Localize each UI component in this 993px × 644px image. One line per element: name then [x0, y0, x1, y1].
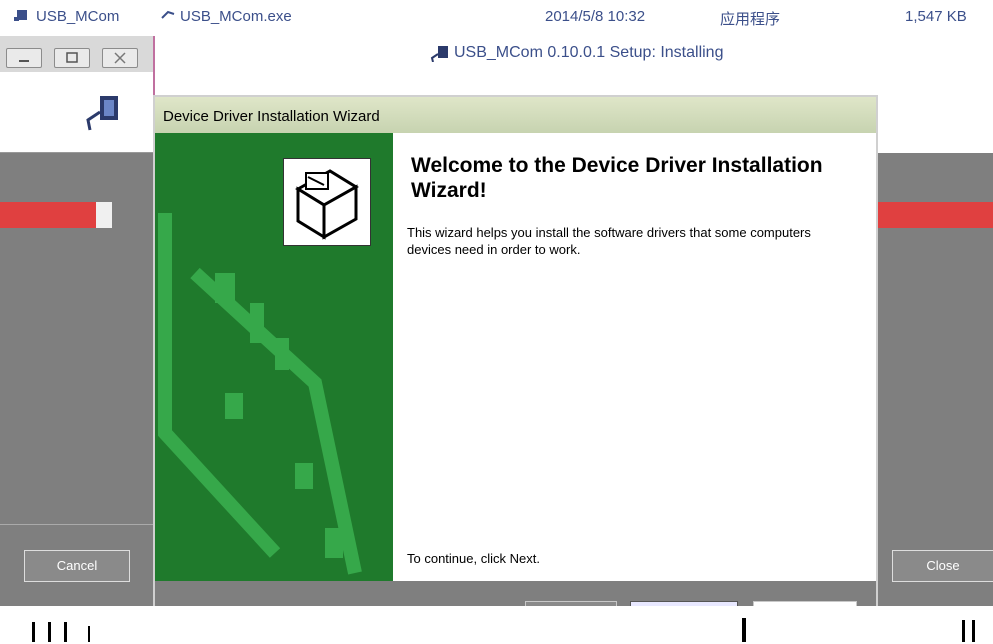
file-name-partial: USB_MCom — [36, 8, 120, 25]
taskbar-mark — [88, 626, 90, 642]
left-window-titlebar — [0, 36, 153, 72]
taskbar-strip — [0, 606, 993, 644]
file-date: 2014/5/8 10:32 — [545, 8, 646, 25]
wizard-continue-text: To continue, click Next. — [407, 551, 540, 566]
close-window-button[interactable] — [102, 48, 138, 68]
wizard-description: This wizard helps you install the softwa… — [407, 225, 811, 257]
usb-connector-icon — [14, 10, 27, 21]
usb-installer-icon — [430, 46, 448, 62]
wizard-title: Device Driver Installation Wizard — [163, 108, 380, 125]
left-progress-end — [96, 202, 112, 228]
close-icon — [114, 52, 126, 64]
minimize-button[interactable] — [6, 48, 42, 68]
taskbar-mark — [48, 622, 51, 642]
wizard-side-banner — [155, 133, 393, 581]
right-progress-bar — [877, 202, 993, 228]
right-window-title: USB_MCom 0.10.0.1 Setup: Installing — [454, 44, 724, 61]
file-type: 应用程序 — [720, 11, 781, 28]
file-size: 1,547 KB — [905, 8, 967, 25]
hardware-device-icon — [295, 169, 359, 240]
right-close-button[interactable]: Close — [892, 550, 993, 582]
taskbar-mark — [32, 622, 35, 642]
minimize-icon — [19, 60, 29, 62]
taskbar-mark — [64, 622, 67, 642]
left-window-header — [0, 72, 153, 153]
hardware-icon-box — [283, 158, 371, 246]
left-background-window: Cancel — [0, 36, 155, 606]
wizard-titlebar: Device Driver Installation Wizard — [155, 97, 876, 133]
right-window-titlebar: USB_MCom 0.10.0.1 Setup: Installing — [422, 36, 993, 72]
taskbar-mark — [962, 620, 965, 642]
usb-installer-icon — [86, 96, 118, 131]
wizard-heading: Welcome to the Device Driver Installatio… — [411, 154, 823, 202]
maximize-icon — [66, 52, 78, 63]
maximize-button[interactable] — [54, 48, 90, 68]
taskbar-mark — [972, 620, 975, 642]
taskbar-mark — [742, 618, 746, 642]
usb-connector-icon — [161, 10, 175, 19]
wizard-content-panel: Welcome to the Device Driver Installatio… — [393, 133, 876, 581]
file-name[interactable]: USB_MCom.exe — [180, 8, 292, 25]
background-file-list: USB_MCom USB_MCom.exe 2014/5/8 10:32 应用程… — [0, 0, 993, 36]
left-window-divider — [0, 524, 153, 525]
left-cancel-button[interactable]: Cancel — [24, 550, 130, 582]
device-driver-wizard-dialog: Device Driver Installation Wizard Welcom… — [153, 95, 878, 644]
